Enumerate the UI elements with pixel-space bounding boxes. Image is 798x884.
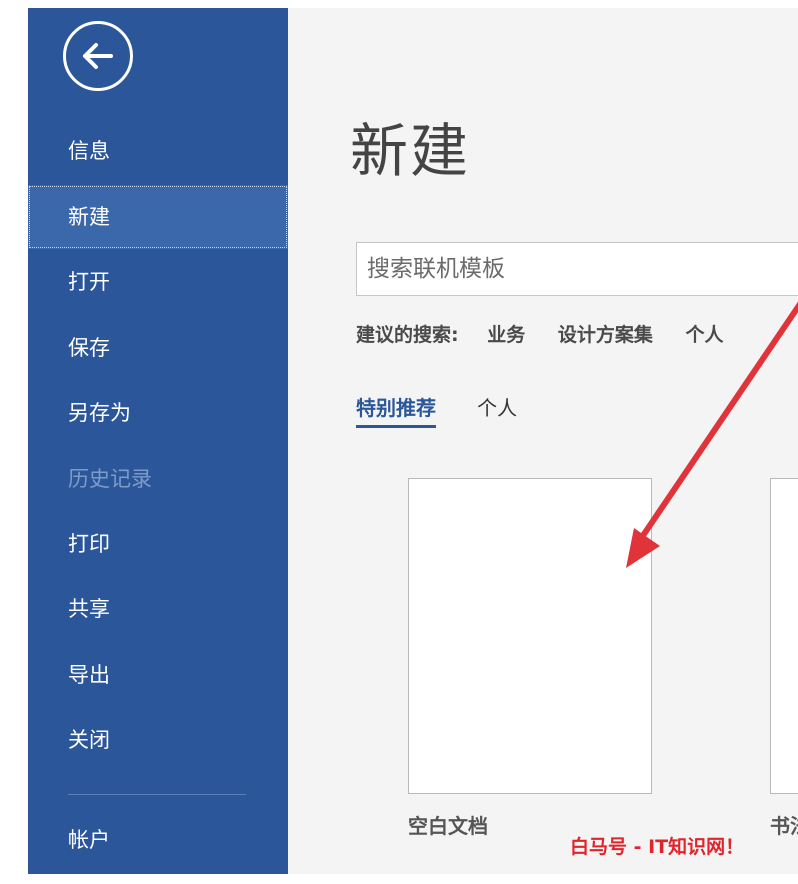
nav-item-account[interactable]: 帐户 [28,808,288,872]
nav-item-save[interactable]: 保存 [28,316,288,380]
template-search-input[interactable] [356,242,798,296]
nav-item-open[interactable]: 打开 [28,250,288,314]
tab-featured[interactable]: 特别推荐 [356,392,436,428]
nav-item-print[interactable]: 打印 [28,512,288,576]
template-label-calligraphy: 书法 [770,814,798,838]
template-card-calligraphy[interactable] [770,478,798,794]
nav-item-export[interactable]: 导出 [28,643,288,707]
template-card-blank-document[interactable] [408,478,652,794]
backstage-window: 信息 新建 打开 保存 另存为 历史记录 打印 共享 导出 关闭 帐户 新建 建… [28,8,798,874]
back-button[interactable] [63,21,133,91]
template-label-blank-document: 空白文档 [408,814,488,838]
watermark-text: 白马号 - IT知识网！ [570,836,745,858]
new-document-pane: 新建 建议的搜索: 业务 设计方案集 个人 特别推荐 个人 空白文档 书法 [288,8,798,874]
template-tabs: 特别推荐 个人 [356,392,553,428]
nav-item-new[interactable]: 新建 [28,185,288,249]
backstage-sidebar: 信息 新建 打开 保存 另存为 历史记录 打印 共享 导出 关闭 帐户 [28,8,288,874]
nav-item-info[interactable]: 信息 [28,119,288,183]
nav-divider [68,794,246,795]
suggested-searches-label: 建议的搜索: [356,324,459,346]
suggested-link-personal[interactable]: 个人 [686,320,724,347]
suggested-link-design-sets[interactable]: 设计方案集 [558,320,653,347]
nav-item-share[interactable]: 共享 [28,577,288,641]
suggested-link-business[interactable]: 业务 [487,320,525,347]
back-arrow-circle-icon [83,43,113,69]
suggested-searches: 建议的搜索: 业务 设计方案集 个人 [356,320,750,350]
nav-item-history: 历史记录 [68,467,152,491]
nav-item-close[interactable]: 关闭 [28,708,288,772]
page-title: 新建 [350,117,471,185]
nav-item-save-as[interactable]: 另存为 [28,381,288,445]
tab-personal[interactable]: 个人 [477,392,517,425]
